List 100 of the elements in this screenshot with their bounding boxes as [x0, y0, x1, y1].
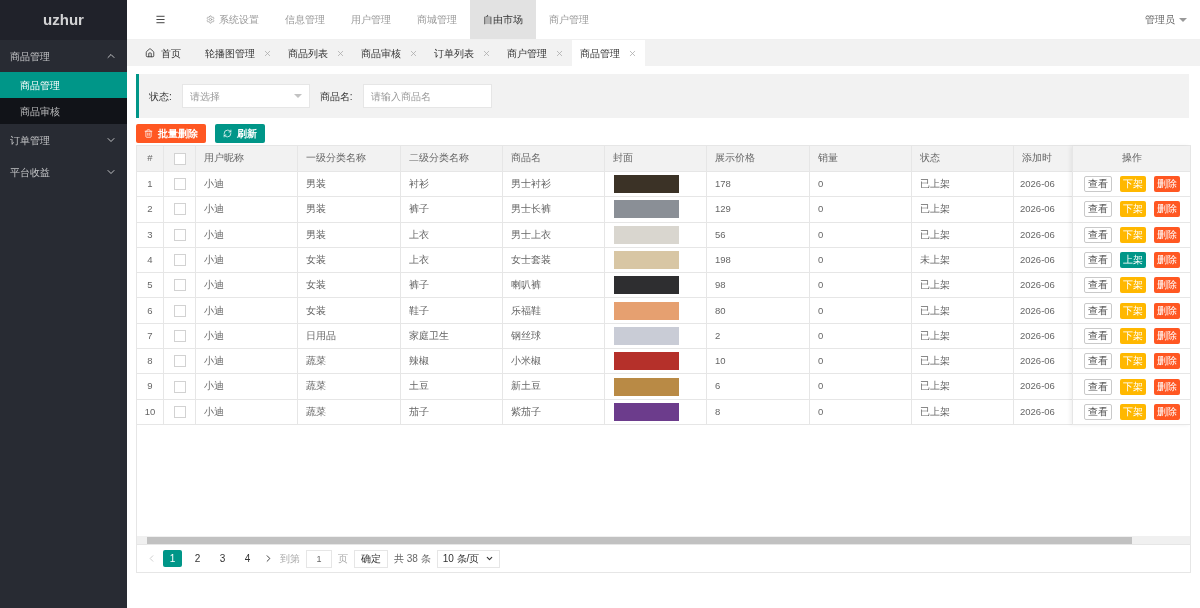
- close-icon[interactable]: [336, 48, 345, 58]
- row-number: 8: [147, 354, 153, 369]
- row-checkbox[interactable]: [173, 405, 186, 418]
- delete-button[interactable]: 删除: [1153, 277, 1180, 294]
- refresh-button[interactable]: 刷新: [215, 124, 265, 143]
- row-number: 5: [147, 278, 153, 293]
- row-checkbox[interactable]: [173, 254, 186, 267]
- row-checkbox[interactable]: [173, 304, 186, 317]
- logo-text: uzhur: [43, 9, 84, 30]
- delete-button[interactable]: 删除: [1153, 353, 1180, 370]
- column-header: 操作: [1121, 151, 1142, 166]
- view-button[interactable]: 查看: [1083, 226, 1112, 243]
- view-button[interactable]: 查看: [1083, 353, 1112, 370]
- page-tab[interactable]: 商品列表: [280, 40, 353, 66]
- row-checkbox[interactable]: [173, 279, 186, 292]
- page-tab[interactable]: 订单列表: [426, 40, 499, 66]
- table-cell: 2026-06: [1020, 303, 1055, 318]
- column-header: 商品名: [511, 151, 541, 166]
- page-number-field[interactable]: 1: [306, 549, 332, 568]
- view-button[interactable]: 查看: [1083, 252, 1112, 269]
- product-name-field[interactable]: 请输入商品名: [362, 84, 492, 108]
- page-button[interactable]: 1: [163, 550, 182, 567]
- table-cell: 小迪: [204, 202, 224, 217]
- close-icon[interactable]: [263, 48, 272, 58]
- delete-button[interactable]: 删除: [1153, 302, 1180, 319]
- delete-button[interactable]: 删除: [1153, 252, 1180, 269]
- menu-icon[interactable]: [154, 14, 166, 25]
- table-cell: 80: [715, 303, 726, 318]
- horizontal-scrollbar[interactable]: [137, 536, 1190, 544]
- sidebar-submenu-item[interactable]: 商品管理: [0, 72, 127, 98]
- table-cell-text: 男士衬衫: [511, 177, 551, 191]
- table-cell: 上衣: [409, 227, 429, 242]
- page-button[interactable]: 3: [213, 550, 232, 567]
- view-button[interactable]: 查看: [1083, 201, 1112, 218]
- close-icon[interactable]: [628, 48, 637, 58]
- close-icon[interactable]: [482, 48, 491, 58]
- page-tab[interactable]: 商品管理: [572, 40, 645, 66]
- page-button[interactable]: 4: [238, 550, 257, 567]
- delete-button[interactable]: 删除: [1153, 201, 1180, 218]
- page-size-select[interactable]: 10 条/页: [436, 549, 501, 568]
- delete-button[interactable]: 删除: [1153, 226, 1180, 243]
- top-nav-item[interactable]: 自由市场: [470, 0, 536, 39]
- row-checkbox[interactable]: [173, 203, 186, 216]
- top-nav-item[interactable]: 用户管理: [338, 0, 404, 39]
- table-cell: 男装: [306, 202, 326, 217]
- row-number: 7: [147, 328, 153, 343]
- sidebar-submenu-item[interactable]: 商品审核: [0, 98, 127, 124]
- row-checkbox[interactable]: [173, 228, 186, 241]
- view-button[interactable]: 查看: [1083, 277, 1112, 294]
- status-select[interactable]: 请选择: [181, 84, 310, 108]
- page-button[interactable]: 2: [188, 550, 207, 567]
- row-checkbox[interactable]: [173, 178, 186, 191]
- shelf-toggle-button[interactable]: 上架: [1119, 252, 1146, 269]
- top-nav-item[interactable]: 信息管理: [272, 0, 338, 39]
- view-button[interactable]: 查看: [1083, 403, 1112, 420]
- sidebar-menu-item[interactable]: 订单管理: [0, 124, 127, 156]
- delete-button[interactable]: 删除: [1153, 176, 1180, 193]
- page-tab[interactable]: 首页: [137, 40, 197, 66]
- page-tab[interactable]: 轮播图管理: [197, 40, 280, 66]
- table-cell: 土豆: [409, 379, 429, 394]
- top-nav-item[interactable]: 系统设置: [193, 0, 272, 39]
- table-cell-text: 2026-06: [1020, 328, 1055, 343]
- top-nav-item[interactable]: 商城管理: [404, 0, 470, 39]
- row-checkbox[interactable]: [173, 380, 186, 393]
- row-checkbox[interactable]: [173, 355, 186, 368]
- page-tab[interactable]: 商户管理: [499, 40, 572, 66]
- chevron-down-icon: [485, 554, 495, 563]
- table-cell: 男装: [306, 227, 326, 242]
- top-nav-item[interactable]: 商户管理: [536, 0, 602, 39]
- view-button[interactable]: 查看: [1083, 327, 1112, 344]
- delete-button[interactable]: 删除: [1153, 327, 1180, 344]
- table-cell: 6: [715, 379, 721, 394]
- table-cell: 蔬菜: [306, 379, 326, 394]
- close-icon[interactable]: [555, 48, 564, 58]
- table-cell: 2026-06: [1020, 278, 1055, 293]
- table-cell-text: 小迪: [204, 328, 224, 343]
- table-cell-text: 已上架: [920, 177, 950, 191]
- row-number: 6: [147, 303, 153, 318]
- table-cell: 喇叭裤: [511, 278, 541, 293]
- sidebar-menu-item[interactable]: 商品管理: [0, 40, 127, 72]
- table-cell: 0: [818, 303, 824, 318]
- table-cell: 129: [715, 202, 731, 217]
- page-tab[interactable]: 商品审核: [353, 40, 426, 66]
- refresh-icon: [223, 129, 232, 138]
- user-menu[interactable]: 管理员: [1145, 0, 1200, 39]
- view-button[interactable]: 查看: [1083, 176, 1112, 193]
- sidebar-menu-item[interactable]: 平台收益: [0, 156, 127, 188]
- batch-delete-button[interactable]: 批量删除: [136, 124, 206, 143]
- confirm-button[interactable]: 确定: [354, 549, 388, 568]
- column-header: 用户昵称: [204, 151, 244, 166]
- row-checkbox[interactable]: [173, 329, 186, 342]
- delete-button[interactable]: 删除: [1153, 378, 1180, 395]
- view-button[interactable]: 查看: [1083, 378, 1112, 395]
- view-button[interactable]: 查看: [1083, 302, 1112, 319]
- column-header: #: [147, 151, 153, 166]
- close-icon[interactable]: [409, 48, 418, 58]
- table-cell-text: 小迪: [204, 177, 224, 191]
- select-all-checkbox[interactable]: [173, 152, 186, 165]
- delete-button[interactable]: 删除: [1153, 403, 1180, 420]
- row-number: 3: [147, 227, 153, 242]
